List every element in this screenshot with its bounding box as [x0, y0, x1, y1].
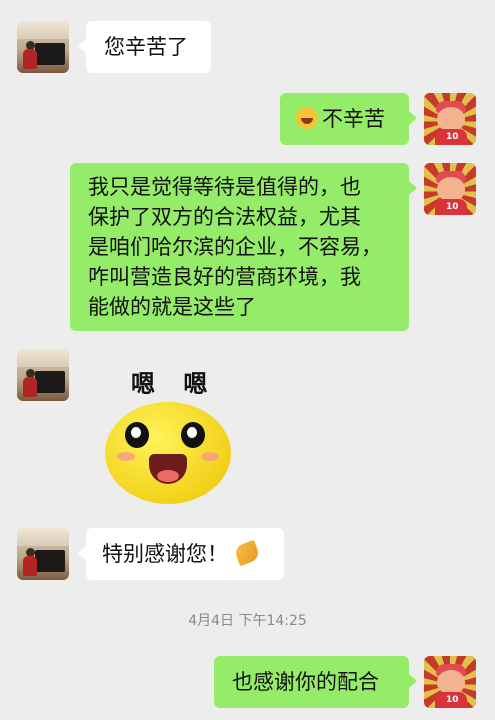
message-bubble[interactable]: 您辛苦了 — [78, 21, 211, 73]
jersey-number: 10 — [446, 202, 459, 212]
clapping-hands-icon — [233, 539, 261, 567]
message-text: 您辛苦了 — [104, 35, 188, 59]
message-line: 是咱们哈尔滨的企业，不容易， — [88, 235, 382, 259]
left-eye — [125, 422, 149, 448]
message-line: 保护了双方的合法权益，尤其 — [88, 205, 361, 229]
avatar-face — [437, 177, 465, 201]
contact-avatar[interactable] — [17, 349, 69, 401]
message-bubble[interactable]: 不辛苦 — [280, 93, 417, 145]
contact-avatar[interactable] — [17, 21, 69, 73]
chat-timestamp: 4月4日 下午14:25 — [188, 613, 307, 629]
smiley-face-icon — [105, 402, 231, 504]
message-text: 也感谢你的配合 — [232, 670, 379, 694]
laughing-emoji-icon — [296, 107, 318, 129]
avatar-face — [437, 107, 465, 131]
avatar-face — [437, 670, 465, 694]
message-text: 不辛苦 — [322, 107, 385, 131]
person-body — [23, 49, 37, 69]
left-cheek — [117, 452, 135, 461]
message-line: 能做的就是这些了 — [88, 295, 256, 319]
person-body — [23, 377, 37, 397]
message-text: 特别感谢您！ — [102, 542, 228, 566]
message-bubble[interactable]: 特别感谢您！ — [78, 528, 284, 580]
message-bubble[interactable]: 也感谢你的配合 — [214, 656, 417, 708]
message-line: 我只是觉得等待是值得的，也 — [88, 175, 361, 199]
my-avatar[interactable]: 10 — [424, 163, 476, 215]
smiley-sticker[interactable]: 嗯 嗯 — [105, 362, 235, 507]
message-line: 咋叫营造良好的营商环境，我 — [88, 265, 361, 289]
contact-avatar[interactable] — [17, 528, 69, 580]
piano-shape — [35, 371, 65, 393]
jersey-number: 10 — [446, 695, 459, 705]
jersey-number: 10 — [446, 132, 459, 142]
avatar-background — [17, 21, 69, 39]
avatar-background — [17, 349, 69, 367]
sticker-text: 嗯 嗯 — [131, 370, 218, 398]
person-body — [23, 556, 37, 576]
piano-shape — [35, 43, 65, 65]
tongue — [157, 470, 179, 482]
avatar-background — [17, 528, 69, 546]
mouth — [149, 454, 187, 484]
piano-shape — [35, 550, 65, 572]
my-avatar[interactable]: 10 — [424, 93, 476, 145]
right-cheek — [201, 452, 219, 461]
right-eye — [181, 422, 205, 448]
my-avatar[interactable]: 10 — [424, 656, 476, 708]
message-bubble[interactable]: 我只是觉得等待是值得的，也 保护了双方的合法权益，尤其 是咱们哈尔滨的企业，不容… — [70, 163, 417, 331]
